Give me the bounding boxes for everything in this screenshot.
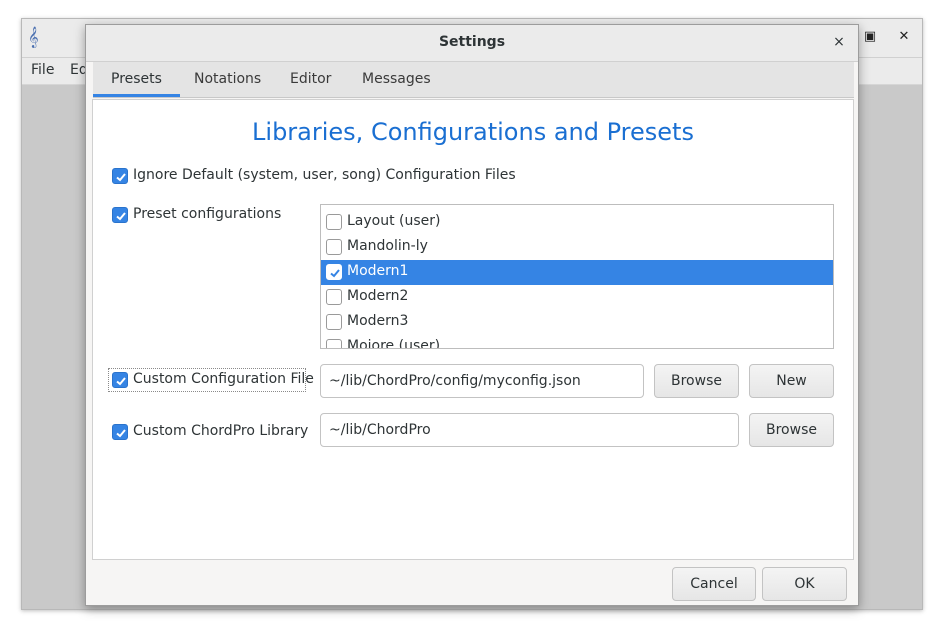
browse-library-button[interactable]: Browse — [749, 413, 834, 447]
list-item[interactable]: Mojore (user) — [321, 335, 833, 349]
list-item-checkbox[interactable] — [326, 214, 342, 230]
check-icon — [116, 377, 126, 386]
custom-config-input[interactable] — [320, 364, 644, 398]
list-item[interactable]: Modern1 — [321, 260, 833, 285]
tab-messages[interactable]: Messages — [344, 62, 449, 97]
preset-list[interactable]: Layout (user) Mandolin-ly Modern1 Modern… — [320, 204, 834, 349]
check-icon — [330, 269, 340, 278]
list-item-label: Layout (user) — [347, 213, 441, 229]
close-icon[interactable]: ✕ — [896, 29, 912, 45]
list-item-label: Mandolin-ly — [347, 238, 428, 254]
list-item-label: Mojore (user) — [347, 338, 441, 349]
check-icon — [116, 173, 126, 182]
ignore-default-label[interactable]: Ignore Default (system, user, song) Conf… — [133, 167, 516, 183]
check-icon — [116, 212, 126, 221]
new-config-button[interactable]: New — [749, 364, 834, 398]
app-icon: 𝄞 — [28, 27, 39, 48]
custom-config-label[interactable]: Custom Configuration File — [133, 371, 314, 387]
preset-configurations-checkbox[interactable] — [112, 207, 128, 223]
tab-notations[interactable]: Notations — [176, 62, 279, 97]
tab-presets[interactable]: Presets — [93, 62, 180, 97]
list-item-checkbox[interactable] — [326, 339, 342, 348]
dialog-close-icon[interactable]: × — [830, 33, 848, 51]
list-item[interactable]: Mandolin-ly — [321, 235, 833, 260]
list-item-checkbox[interactable] — [326, 314, 342, 330]
list-item-label: Modern2 — [347, 288, 409, 304]
custom-library-checkbox[interactable] — [112, 424, 128, 440]
menu-file[interactable]: File — [31, 62, 54, 78]
custom-config-checkbox[interactable] — [112, 372, 128, 388]
tab-editor[interactable]: Editor — [272, 62, 349, 97]
list-item-checkbox[interactable] — [326, 264, 342, 280]
list-item[interactable]: Layout (user) — [321, 210, 833, 235]
list-item-checkbox[interactable] — [326, 239, 342, 255]
dialog-titlebar: Settings × — [86, 25, 858, 62]
custom-library-label[interactable]: Custom ChordPro Library — [133, 423, 308, 439]
browse-config-button[interactable]: Browse — [654, 364, 739, 398]
ok-button[interactable]: OK — [762, 567, 847, 601]
list-item[interactable]: Modern3 — [321, 310, 833, 335]
tab-bar: Presets Notations Editor Messages — [93, 62, 854, 98]
list-item-label: Modern1 — [347, 263, 409, 279]
page-heading: Libraries, Configurations and Presets — [252, 118, 694, 146]
ignore-default-checkbox[interactable] — [112, 168, 128, 184]
maximize-icon[interactable]: ▣ — [862, 29, 878, 45]
presets-page: Libraries, Configurations and Presets Ig… — [92, 99, 854, 560]
preset-configurations-label[interactable]: Preset configurations — [133, 206, 281, 222]
list-item-checkbox[interactable] — [326, 289, 342, 305]
dialog-title: Settings — [438, 34, 506, 50]
settings-dialog: Settings × Presets Notations Editor Mess… — [85, 24, 859, 606]
cancel-button[interactable]: Cancel — [672, 567, 756, 601]
check-icon — [116, 429, 126, 438]
custom-library-input[interactable] — [320, 413, 739, 447]
list-item-label: Modern3 — [347, 313, 409, 329]
list-item[interactable]: Modern2 — [321, 285, 833, 310]
